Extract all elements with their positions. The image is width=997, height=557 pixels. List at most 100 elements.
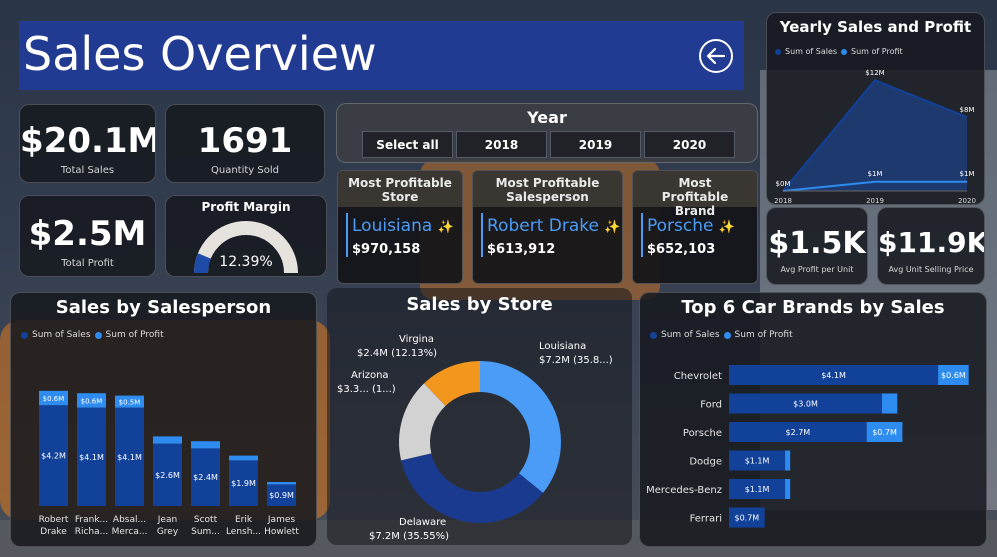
total-profit-label: Total Profit (61, 258, 114, 269)
sales-data-label: $4.1M (117, 453, 142, 462)
sparkle-icon: ✨ (437, 220, 454, 235)
x-tick-label: Lensh... (226, 527, 261, 537)
yearly-sales-profit-panel: Yearly Sales and Profit Sum of Sales Sum… (766, 12, 985, 205)
sales-data-label: $0.9M (269, 491, 294, 500)
profit-bar (267, 482, 296, 485)
arrow-left-circle-icon (699, 39, 733, 73)
profit-data-label: $1M (960, 170, 975, 178)
x-tick-label: Absal... (113, 515, 146, 525)
x-tick-label: Grey (157, 527, 179, 537)
total-profit-value: $2.5M (28, 214, 147, 254)
avg-price-value: $11.9K (878, 226, 985, 259)
legend-sales-dot (21, 331, 28, 339)
y-tick-label: Ford (700, 400, 722, 411)
profit-data-label: $0.6M (81, 397, 103, 405)
salesperson-legend: Sum of Sales Sum of Profit (21, 330, 164, 340)
top-brands-panel: Top 6 Car Brands by Sales Sum of Sales S… (639, 292, 987, 547)
sparkle-icon: ✨ (604, 220, 621, 235)
most-profitable-brand-title: Most Profitable Brand (633, 171, 757, 218)
most-profitable-brand-card: Most Profitable Brand Porsche ✨ $652,103 (632, 170, 758, 284)
sales-data-label: $4.1M (821, 371, 846, 380)
slice-value-label: $7.2M (35.8...) (539, 355, 613, 366)
kpi-total-sales: $20.1M Total Sales (19, 104, 156, 183)
x-tick-label: 2020 (958, 197, 976, 205)
year-option-2019[interactable]: 2019 (550, 131, 641, 158)
donut-slice-delaware (401, 453, 544, 523)
slice-value-label: $2.4M (12.13%) (357, 348, 437, 359)
sales-data-label: $2.4M (193, 473, 218, 482)
year-filter-title: Year (527, 108, 567, 127)
sales-data-label: $4.1M (79, 453, 104, 462)
sales-data-label: $4.2M (41, 452, 66, 461)
most-profitable-salesperson-card: Most Profitable Salesperson Robert Drake… (472, 170, 623, 284)
profit-data-label: $0.7M (872, 428, 897, 437)
sales-data-label: $12M (865, 69, 884, 77)
kpi-quantity-sold: 1691 Quantity Sold (165, 104, 325, 183)
quantity-sold-value: 1691 (197, 121, 293, 161)
most-profitable-salesperson-title: Most Profitable Salesperson (473, 171, 622, 207)
profit-data-label: $1M (868, 170, 883, 178)
sales-data-label: $1.9M (231, 479, 256, 488)
year-option-2018[interactable]: 2018 (456, 131, 547, 158)
sales-by-salesperson-panel: Sales by Salesperson Sum of Sales Sum of… (10, 292, 317, 547)
kpi-total-profit: $2.5M Total Profit (19, 195, 156, 277)
legend-sales-dot (650, 331, 657, 339)
back-button[interactable] (698, 38, 734, 74)
slice-name-label: Virgina (399, 334, 434, 345)
most-profitable-store-card: Most Profitable Store Louisiana ✨ $970,1… (337, 170, 463, 284)
accent-bar (481, 213, 483, 257)
year-option-select-all[interactable]: Select all (362, 131, 453, 158)
yearly-area-chart: 2018 $0M 2019 $12M $1M 2020 $8M $1M (774, 69, 976, 205)
most-profitable-brand-name: Porsche ✨ (647, 216, 736, 236)
x-tick-label: Merca... (112, 527, 148, 537)
store-donut-chart: Louisiana $7.2M (35.8...) Delaware $7.2M (3… (337, 334, 613, 542)
x-tick-label: Frank... (75, 515, 108, 525)
x-tick-label: Drake (40, 527, 67, 537)
legend-profit-dot (841, 48, 848, 55)
brands-bar-chart: Chevrolet $4.1M $0.6M Ford $3.0M Porsche $2.7M… (646, 365, 969, 528)
brands-chart-title: Top 6 Car Brands by Sales (681, 297, 945, 318)
most-profitable-salesperson-name: Robert Drake ✨ (487, 216, 621, 236)
quantity-sold-label: Quantity Sold (211, 165, 279, 176)
sales-data-label: $3.0M (793, 400, 818, 409)
profit-margin-title: Profit Margin (201, 200, 291, 214)
x-tick-label: 2018 (774, 197, 792, 205)
profit-data-label: $0.6M (43, 395, 65, 403)
year-option-2020[interactable]: 2020 (644, 131, 735, 158)
sales-by-store-panel: Sales by Store Louisiana $7.2M (35.8...) D… (327, 288, 632, 545)
profit-bar (153, 436, 182, 444)
legend-profit-dot (94, 331, 102, 339)
profit-bar (882, 393, 898, 414)
legend-sales-dot (775, 48, 781, 55)
x-tick-label: Erik (235, 515, 253, 525)
profit-bar (785, 479, 791, 499)
profit-bar (229, 455, 258, 461)
profit-data-label: $0.6M (941, 371, 966, 380)
brands-legend: Sum of Sales Sum of Profit (650, 330, 793, 340)
y-tick-label: Ferrari (690, 514, 722, 525)
profit-margin-value: 12.39% (219, 254, 273, 270)
x-tick-label: Jean (157, 515, 177, 525)
yearly-chart-title: Yearly Sales and Profit (779, 18, 972, 36)
sparkle-icon: ✨ (718, 220, 736, 235)
page-title: Sales Overview (23, 27, 377, 81)
avg-profit-label: Avg Profit per Unit (780, 265, 854, 274)
x-tick-label: James (267, 515, 295, 525)
y-tick-label: Porsche (683, 428, 722, 439)
x-tick-label: Scott (194, 515, 218, 525)
total-sales-label: Total Sales (60, 165, 115, 176)
sales-data-label: $0.7M (734, 514, 759, 523)
kpi-avg-unit-selling-price: $11.9K Avg Unit Selling Price (877, 207, 985, 285)
y-tick-label: Dodge (689, 457, 722, 468)
sales-data-label: $1.1M (745, 457, 770, 466)
most-profitable-salesperson-value: $613,912 (487, 242, 556, 257)
x-tick-label: Sum... (191, 527, 220, 537)
slice-value-label: $3.3... (1...) (337, 384, 396, 395)
sales-data-label: $8M (960, 106, 975, 114)
slice-name-label: Arizona (351, 370, 389, 381)
salesperson-bar-chart: $4.2M $0.6M Robert Drake $4.1M $0.6M Frank... R… (39, 390, 299, 537)
avg-profit-value: $1.5K (768, 226, 866, 261)
y-tick-label: Mercedes-Benz (646, 485, 722, 496)
store-chart-title: Sales by Store (406, 294, 553, 315)
kpi-avg-profit-per-unit: $1.5K Avg Profit per Unit (766, 207, 868, 285)
